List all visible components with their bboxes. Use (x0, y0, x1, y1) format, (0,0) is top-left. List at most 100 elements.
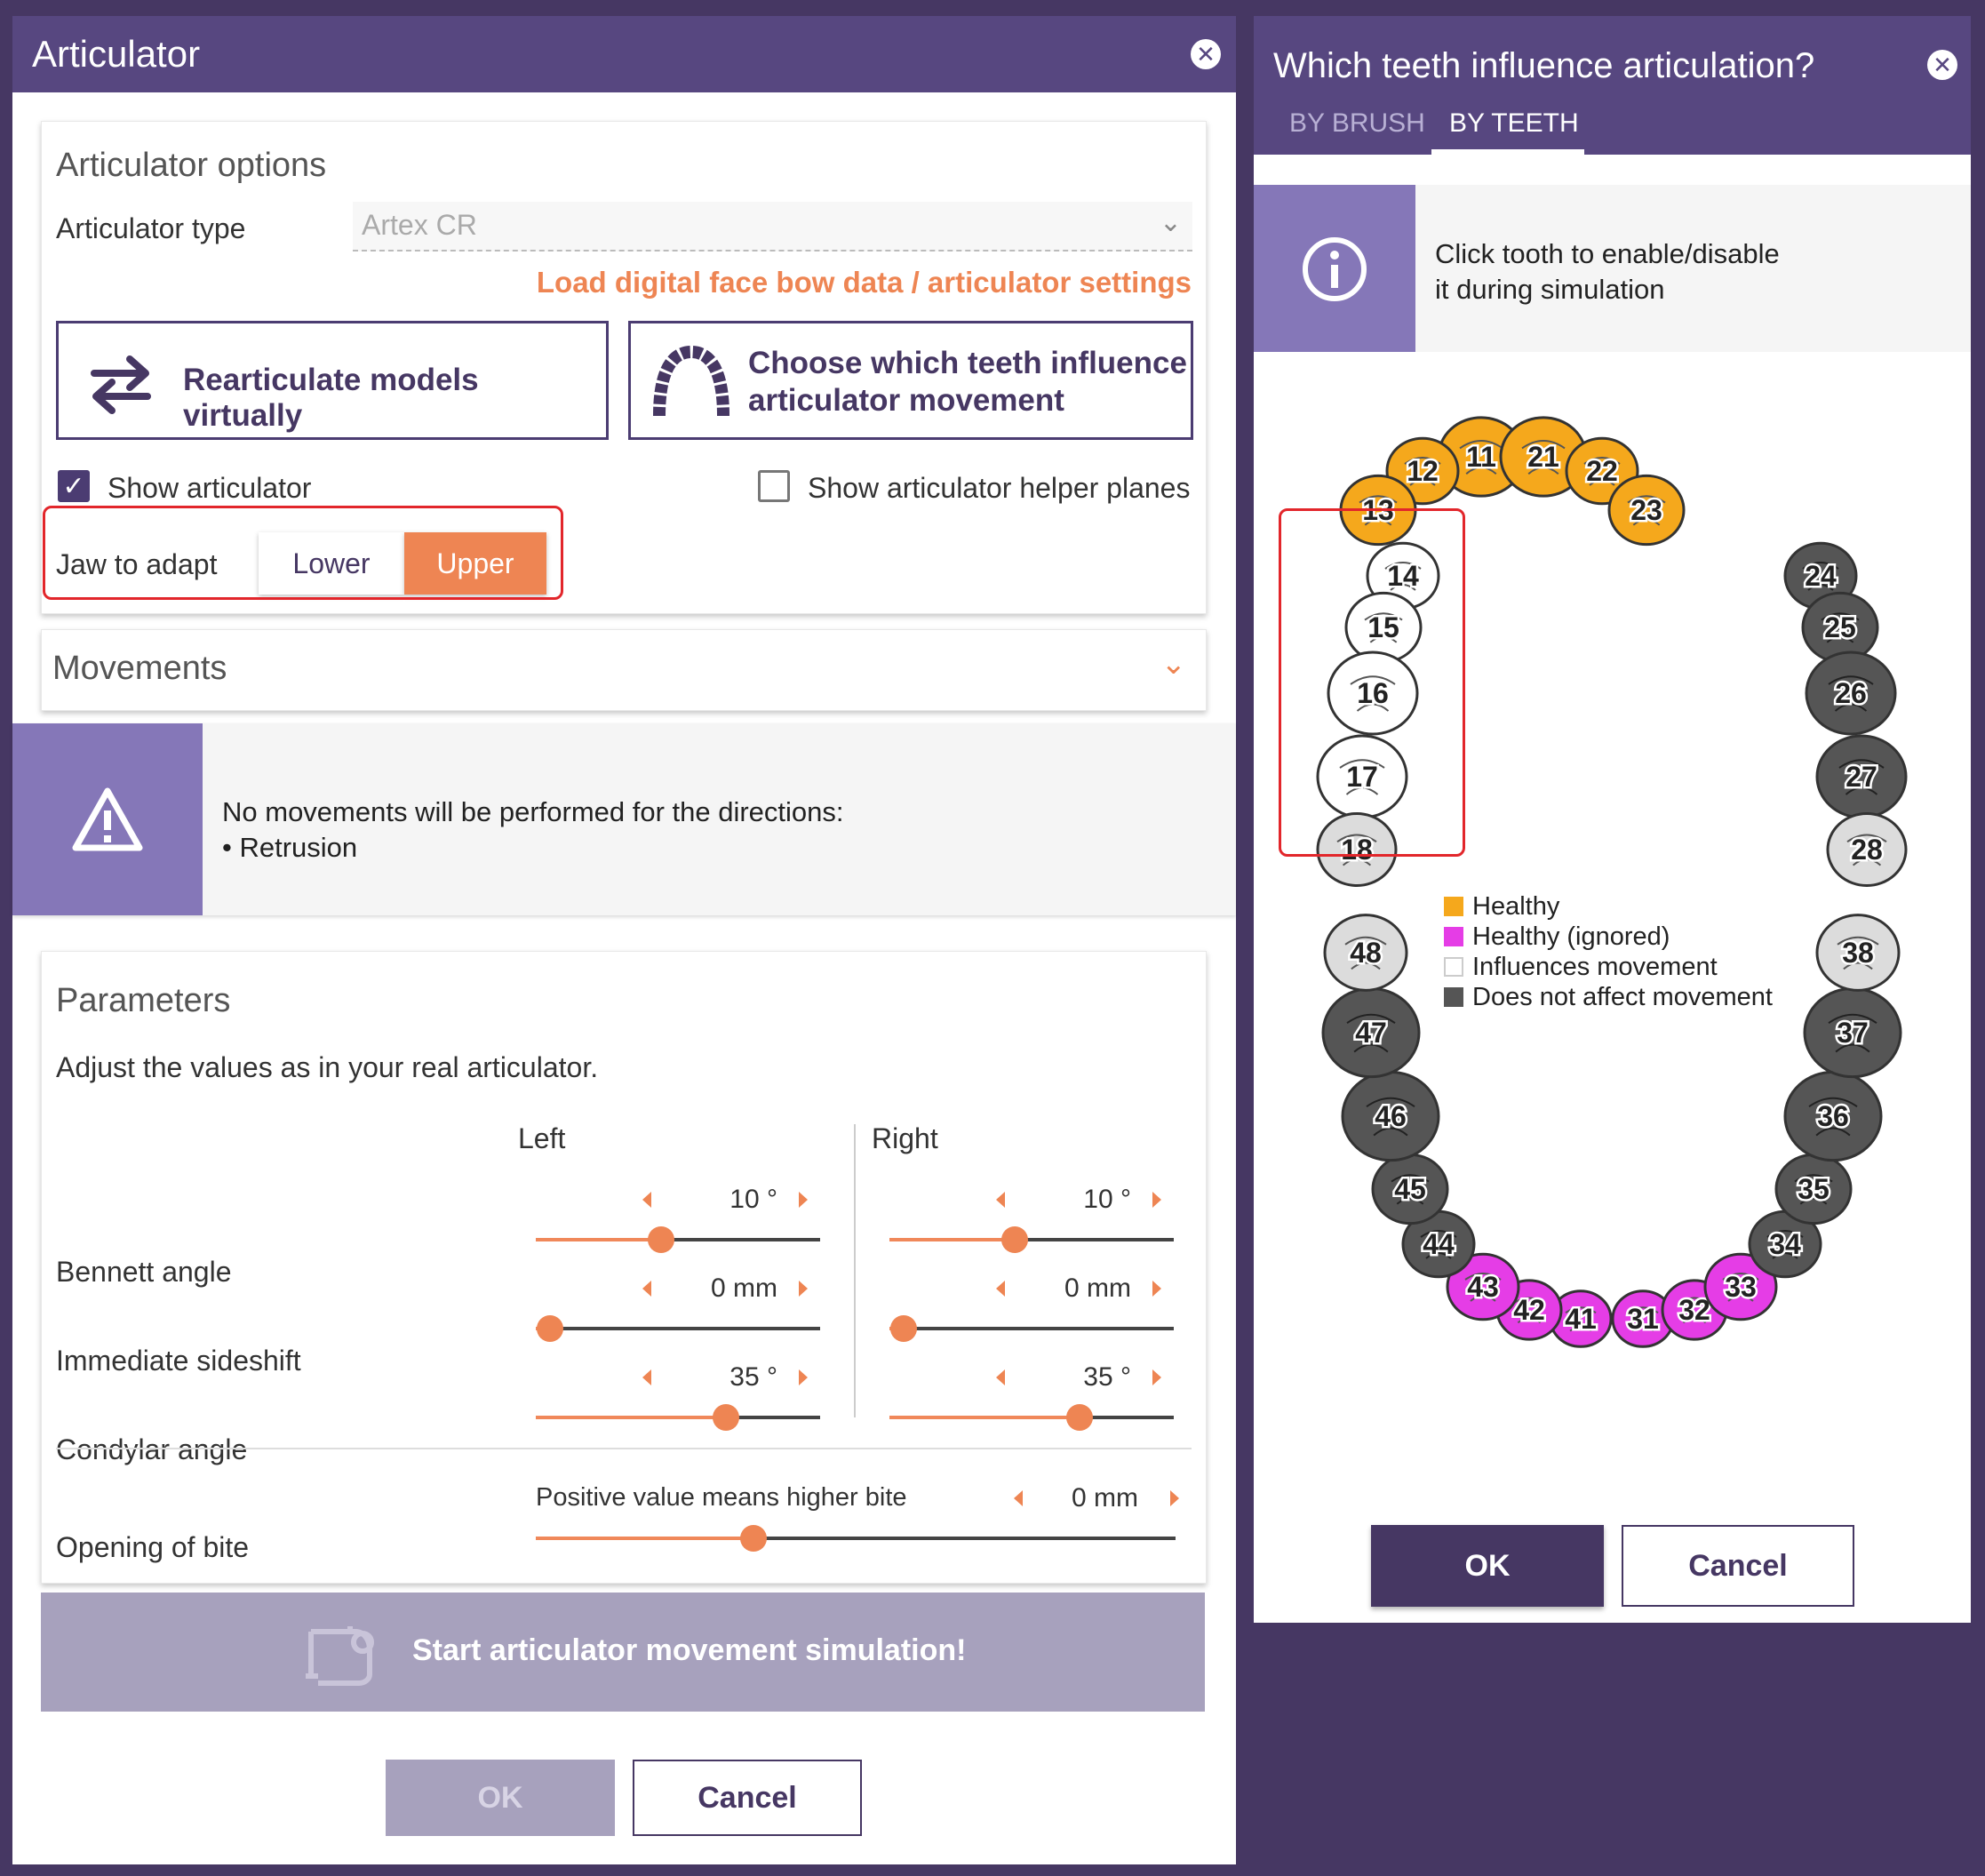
left-slider[interactable] (536, 1226, 820, 1253)
info-banner: Click tooth to enable/disable it during … (1254, 185, 1971, 352)
card-title: Articulator options (56, 147, 327, 184)
tooth-number: 21 (1527, 441, 1559, 473)
slider-knob[interactable] (537, 1315, 563, 1342)
rearticulate-button[interactable]: Rearticulate models virtually (56, 321, 609, 440)
slider-knob[interactable] (1001, 1226, 1028, 1253)
increase-arrow-icon[interactable] (1152, 1192, 1161, 1208)
articulator-dialog: Articulator ✕ Articulator options Articu… (12, 16, 1236, 1864)
parameters-description: Adjust the values as in your real articu… (56, 1051, 599, 1083)
parameter-label: Immediate sideshift (56, 1345, 301, 1377)
right-value[interactable]: 10 ° (998, 1185, 1131, 1215)
slider-knob[interactable] (1066, 1404, 1093, 1431)
right-value[interactable]: 0 mm (998, 1273, 1131, 1304)
tooth-46[interactable]: 46 (1341, 1070, 1440, 1162)
right-slider[interactable] (889, 1404, 1174, 1431)
close-icon[interactable]: ✕ (1927, 50, 1957, 80)
tab-by-teeth[interactable]: BY TEETH (1449, 108, 1579, 139)
increase-arrow-icon[interactable] (1152, 1281, 1161, 1297)
tooth-25[interactable]: 25 (1801, 591, 1879, 664)
articulator-type-value: Artex CR (362, 209, 477, 241)
increase-arrow-icon[interactable] (799, 1281, 808, 1297)
cancel-button[interactable]: Cancel (1622, 1525, 1854, 1607)
start-simulation-button[interactable]: Start articulator movement simulation! (41, 1593, 1205, 1712)
bite-hint: Positive value means higher bite (536, 1483, 907, 1512)
load-face-bow-link[interactable]: Load digital face bow data / articulator… (537, 266, 1192, 299)
articulator-type-select[interactable]: Artex CR ⌄ (353, 202, 1192, 251)
increase-arrow-icon[interactable] (1152, 1369, 1161, 1385)
tooth-27[interactable]: 27 (1815, 734, 1908, 819)
show-helper-planes-checkbox[interactable] (758, 470, 790, 502)
tooth-number: 45 (1394, 1173, 1426, 1205)
tooth-number: 35 (1798, 1173, 1830, 1205)
legend-label: Influences movement (1472, 953, 1718, 981)
column-divider (854, 1124, 856, 1417)
increase-arrow-icon[interactable] (1170, 1490, 1179, 1506)
legend-swatch (1444, 927, 1463, 946)
tooth-number: 22 (1586, 455, 1618, 487)
tooth-number: 11 (1466, 441, 1496, 473)
tooth-23[interactable]: 23 (1607, 474, 1686, 547)
cancel-button[interactable]: Cancel (633, 1760, 862, 1836)
tooth-26[interactable]: 26 (1805, 651, 1897, 736)
slider-knob[interactable] (713, 1404, 739, 1431)
left-value[interactable]: 0 mm (644, 1273, 777, 1304)
show-articulator-checkbox[interactable]: ✓ (58, 470, 90, 502)
slider-knob[interactable] (648, 1226, 674, 1253)
right-value[interactable]: 35 ° (998, 1362, 1131, 1393)
tooth-number: 37 (1837, 1017, 1869, 1049)
legend-label: Does not affect movement (1472, 983, 1773, 1011)
info-text: Click tooth to enable/disable it during … (1435, 236, 1780, 307)
warning-banner: No movements will be performed for the d… (12, 723, 1236, 915)
left-slider[interactable] (536, 1315, 820, 1342)
teeth-dialog-title-bar: Which teeth influence articulation? ✕ BY… (1254, 16, 1971, 155)
choose-teeth-label: Choose which teeth influence articulator… (748, 345, 1187, 419)
increase-arrow-icon[interactable] (799, 1192, 808, 1208)
tooth-37[interactable]: 37 (1803, 986, 1902, 1079)
tooth-28[interactable]: 28 (1826, 812, 1908, 887)
left-value[interactable]: 35 ° (644, 1362, 777, 1393)
right-slider[interactable] (889, 1315, 1174, 1342)
bite-value[interactable]: 0 mm (1005, 1483, 1138, 1513)
movements-card[interactable]: Movements ⌄ (41, 629, 1207, 711)
tooth-number: 12 (1407, 455, 1439, 487)
right-slider[interactable] (889, 1226, 1174, 1253)
choose-teeth-button[interactable]: Choose which teeth influence articulator… (628, 321, 1193, 440)
tooth-45[interactable]: 45 (1371, 1153, 1449, 1225)
increase-arrow-icon[interactable] (799, 1369, 808, 1385)
active-tab-indicator (1431, 149, 1584, 155)
parameters-title: Parameters (56, 982, 231, 1019)
tooth-number: 26 (1835, 677, 1867, 709)
legend-item: Healthy (ignored) (1444, 922, 1817, 953)
tooth-48[interactable]: 48 (1323, 914, 1408, 992)
info-line2: it during simulation (1435, 274, 1665, 305)
tooth-number: 43 (1467, 1271, 1499, 1303)
choose-teeth-label-line2: articulator movement (748, 383, 1064, 418)
info-line1: Click tooth to enable/disable (1435, 238, 1780, 269)
articulator-icon (306, 1626, 374, 1686)
tooth-47[interactable]: 47 (1321, 986, 1421, 1079)
warning-text: No movements will be performed for the d… (222, 794, 844, 866)
bite-slider[interactable] (536, 1525, 1176, 1552)
slider-knob[interactable] (890, 1315, 917, 1342)
tooth-number: 27 (1845, 761, 1877, 793)
left-value[interactable]: 10 ° (644, 1185, 777, 1215)
choose-teeth-label-line1: Choose which teeth influence (748, 346, 1187, 380)
tab-by-brush[interactable]: BY BRUSH (1289, 108, 1425, 139)
slider-fill (889, 1416, 1080, 1419)
left-slider[interactable] (536, 1404, 820, 1431)
tooth-number: 24 (1805, 560, 1837, 592)
tooth-36[interactable]: 36 (1783, 1070, 1883, 1162)
close-icon[interactable]: ✕ (1191, 39, 1221, 69)
ok-button[interactable]: OK (1371, 1525, 1604, 1607)
legend-item: Healthy (1444, 892, 1817, 922)
slider-knob[interactable] (740, 1525, 767, 1552)
tooth-number: 33 (1725, 1271, 1757, 1303)
ok-button[interactable]: OK (386, 1760, 615, 1836)
tooth-38[interactable]: 38 (1815, 914, 1901, 992)
slider-track (889, 1327, 1174, 1330)
rearticulate-label: Rearticulate models virtually (183, 363, 479, 433)
start-simulation-label: Start articulator movement simulation! (412, 1633, 967, 1667)
articulator-title-bar: Articulator ✕ (12, 16, 1236, 92)
tooth-35[interactable]: 35 (1774, 1153, 1853, 1225)
tooth-number: 23 (1630, 494, 1662, 526)
